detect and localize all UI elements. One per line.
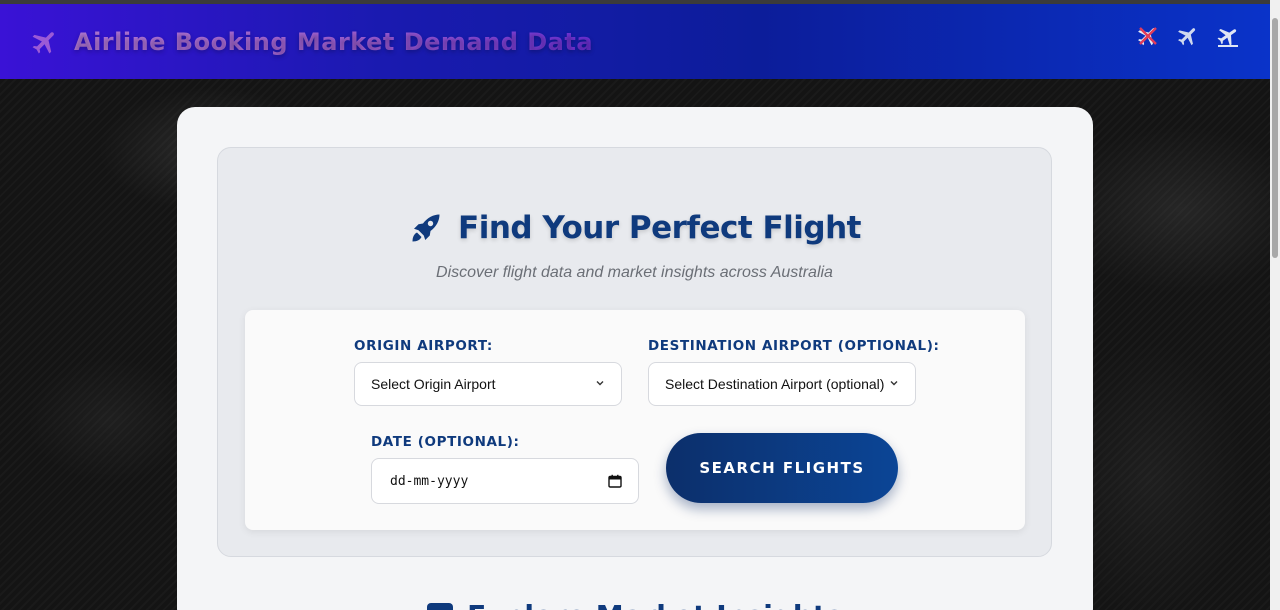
search-section: Find Your Perfect Flight Discover flight…	[217, 147, 1052, 557]
airplane-cancel-icon[interactable]	[1136, 24, 1160, 48]
rocket-icon	[412, 214, 440, 242]
chevron-down-icon	[596, 381, 604, 386]
search-subtitle: Discover flight data and market insights…	[436, 264, 833, 281]
chart-icon	[427, 602, 454, 610]
explore-heading: Explore Market Insights	[177, 599, 1093, 610]
destination-select-value: Select Destination Airport (optional)	[665, 376, 885, 392]
airplane-icon	[32, 31, 54, 53]
calendar-icon[interactable]	[608, 474, 622, 488]
destination-select[interactable]: Select Destination Airport (optional)	[648, 362, 916, 406]
header-icon-group	[1136, 24, 1240, 48]
page-scrollbar[interactable]	[1270, 0, 1280, 610]
date-input-placeholder: dd-mm-yyyy	[390, 473, 469, 489]
search-form: ORIGIN AIRPORT: Select Origin Airport DE…	[245, 310, 1025, 530]
destination-label: DESTINATION AIRPORT (OPTIONAL):	[648, 338, 940, 354]
date-label: DATE (OPTIONAL):	[371, 434, 520, 450]
origin-select-value: Select Origin Airport	[371, 376, 496, 392]
search-heading: Find Your Perfect Flight	[218, 210, 1051, 246]
origin-label: ORIGIN AIRPORT:	[354, 338, 493, 354]
chevron-down-icon	[890, 381, 898, 386]
date-input[interactable]: dd-mm-yyyy	[371, 458, 639, 504]
airplane-icon[interactable]	[1176, 24, 1200, 48]
main-card: Find Your Perfect Flight Discover flight…	[177, 107, 1093, 610]
site-header: Airline Booking Market Demand Data	[0, 4, 1270, 79]
site-title: Airline Booking Market Demand Data	[74, 27, 594, 56]
explore-title: Explore Market Insights	[467, 599, 843, 610]
search-flights-button[interactable]: SEARCH FLIGHTS	[666, 433, 898, 503]
scrollbar-thumb[interactable]	[1272, 18, 1278, 258]
search-title: Find Your Perfect Flight	[458, 210, 861, 246]
airplane-landing-icon[interactable]	[1216, 24, 1240, 48]
origin-select[interactable]: Select Origin Airport	[354, 362, 622, 406]
